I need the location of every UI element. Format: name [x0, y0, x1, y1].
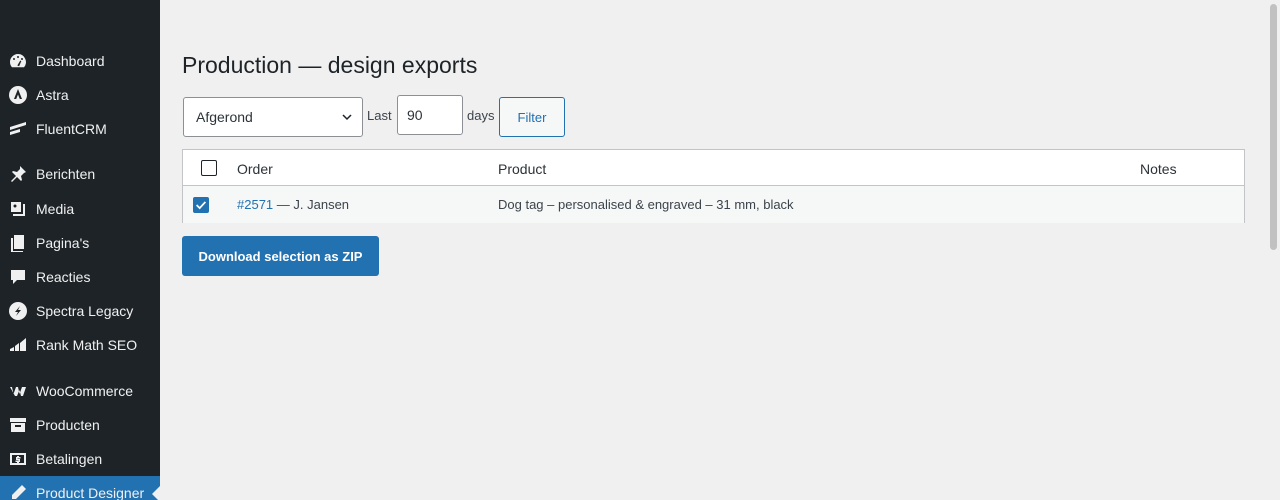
download-zip-button[interactable]: Download selection as ZIP: [182, 236, 379, 276]
order-link[interactable]: #2571: [237, 197, 273, 212]
sidebar-item-media[interactable]: Media: [0, 192, 160, 226]
sidebar-item-label: Pagina's: [36, 235, 90, 251]
admin-sidebar: Dashboard Astra FluentCRM Berichten Medi…: [0, 0, 160, 500]
row-checkbox[interactable]: [193, 197, 209, 213]
column-header-product[interactable]: Product: [498, 161, 546, 177]
page-scrollbar[interactable]: [1266, 0, 1280, 500]
sidebar-item-woocommerce[interactable]: WooCommerce: [0, 374, 160, 408]
rankmath-icon: [0, 335, 36, 355]
sidebar-item-label: Reacties: [36, 269, 91, 285]
sidebar-item-producten[interactable]: Producten: [0, 408, 160, 442]
days-label: days: [467, 108, 495, 123]
pin-icon: [0, 164, 36, 184]
sidebar-item-label: WooCommerce: [36, 383, 133, 399]
astra-icon: [0, 85, 36, 105]
sidebar-item-label: Product Designer: [36, 485, 145, 500]
pages-icon: [0, 233, 36, 253]
scrollbar-thumb[interactable]: [1270, 4, 1277, 250]
payments-icon: [0, 449, 36, 469]
sidebar-item-label: Media: [36, 201, 75, 217]
sidebar-item-label: Producten: [36, 417, 100, 433]
dashboard-icon: [0, 51, 36, 71]
fluentcrm-icon: [0, 119, 36, 139]
days-input-value: 90: [407, 107, 423, 123]
select-all-checkbox[interactable]: [201, 160, 217, 176]
filter-button[interactable]: Filter: [499, 97, 565, 137]
woocommerce-icon: [0, 381, 36, 401]
sidebar-item-rank-math-seo[interactable]: Rank Math SEO: [0, 328, 160, 362]
order-cell: #2571 — J. Jansen: [237, 197, 349, 212]
sidebar-item-paginas[interactable]: Pagina's: [0, 226, 160, 260]
media-icon: [0, 199, 36, 219]
sidebar-item-label: Berichten: [36, 166, 96, 182]
main-content: Production — design exports Afgerond Las…: [160, 0, 1280, 500]
checkmark-icon: [196, 201, 207, 210]
table-row: #2571 — J. Jansen Dog tag – personalised…: [183, 186, 1244, 223]
archive-icon: [0, 415, 36, 435]
sidebar-item-label: Astra: [36, 87, 69, 103]
sidebar-item-berichten[interactable]: Berichten: [0, 157, 160, 191]
page-title: Production — design exports: [182, 52, 478, 78]
exports-table: Order Product Notes #2571 — J. Jansen Do…: [182, 149, 1245, 223]
sidebar-item-dashboard[interactable]: Dashboard: [0, 44, 160, 78]
sidebar-item-label: FluentCRM: [36, 121, 107, 137]
status-select[interactable]: Afgerond: [183, 97, 363, 137]
sidebar-item-spectra-legacy[interactable]: Spectra Legacy: [0, 294, 160, 328]
pencil-icon: [0, 483, 36, 500]
sidebar-item-label: Betalingen: [36, 451, 103, 467]
sidebar-item-label: Rank Math SEO: [36, 337, 138, 353]
sidebar-item-label: Dashboard: [36, 53, 105, 69]
days-input[interactable]: 90: [397, 95, 463, 135]
status-select-value: Afgerond: [196, 109, 253, 125]
sidebar-item-reacties[interactable]: Reacties: [0, 260, 160, 294]
order-customer: — J. Jansen: [273, 197, 350, 212]
sidebar-item-fluentcrm[interactable]: FluentCRM: [0, 112, 160, 146]
column-header-notes: Notes: [1140, 161, 1177, 177]
spectra-icon: [0, 301, 36, 321]
sidebar-item-astra[interactable]: Astra: [0, 78, 160, 112]
column-header-order[interactable]: Order: [237, 161, 273, 177]
sidebar-item-betalingen[interactable]: Betalingen: [0, 442, 160, 476]
product-cell: Dog tag – personalised & engraved – 31 m…: [498, 197, 794, 212]
table-header: Order Product Notes: [183, 150, 1244, 186]
chevron-down-icon: [342, 114, 352, 121]
comments-icon: [0, 267, 36, 287]
sidebar-item-label: Spectra Legacy: [36, 303, 134, 319]
sidebar-item-product-designer[interactable]: Product Designer: [0, 476, 160, 500]
last-label: Last: [367, 108, 392, 123]
